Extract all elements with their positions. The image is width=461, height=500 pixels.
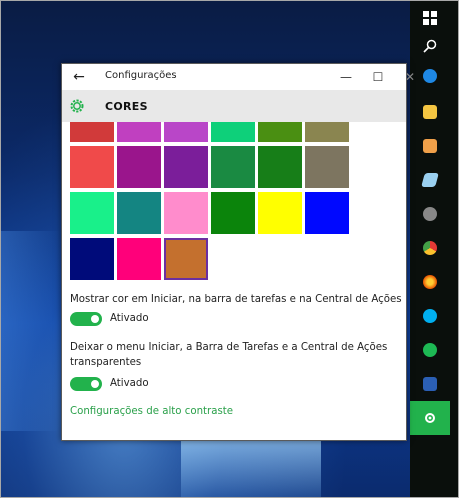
wallpaper-light [181,431,321,497]
maximize-button[interactable]: ☐ [368,67,388,87]
windows-icon [423,11,437,25]
color-swatch[interactable] [258,122,302,142]
color-swatch[interactable] [70,146,114,188]
settings-icon [425,413,435,423]
transparency-label-line1: Deixar o menu Iniciar, a Barra de Tarefa… [70,342,388,353]
edge-icon [423,69,437,83]
back-arrow-icon: ← [73,69,85,85]
taskbar-media[interactable] [410,129,450,163]
maximize-icon: ☐ [372,70,384,84]
color-swatch[interactable] [70,192,114,234]
taskbar-spotify[interactable] [410,333,450,367]
color-swatch[interactable] [305,122,349,142]
gear-icon [70,99,84,113]
firefox-icon [423,275,437,289]
taskbar-app[interactable] [410,163,450,197]
spotify-icon [423,343,437,357]
taskbar-chrome[interactable] [410,231,450,265]
desktop: ← Configurações — ☐ ✕ CORES Mostrar cor … [0,0,459,498]
show-color-toggle[interactable] [70,312,102,326]
transparency-toggle-state: Ativado [110,378,149,389]
chrome-icon [423,241,437,255]
color-swatch[interactable] [211,146,255,188]
taskbar-skype[interactable] [410,299,450,333]
title-bar: ← Configurações — ☐ ✕ [62,64,415,90]
show-color-label: Mostrar cor em Iniciar, na barra de tare… [70,294,402,305]
show-color-toggle-state: Ativado [110,313,149,324]
skype-icon [423,309,437,323]
color-swatch[interactable] [258,146,302,188]
window-title: Configurações [105,70,177,81]
taskbar-file-explorer[interactable] [410,95,450,129]
minimize-icon: — [340,70,352,84]
close-button[interactable]: ✕ [400,67,420,87]
back-button[interactable]: ← [70,68,88,86]
settings-window: ← Configurações — ☐ ✕ CORES Mostrar cor … [61,63,415,441]
color-swatch-selected[interactable] [164,238,208,280]
search-button[interactable] [410,29,450,63]
high-contrast-link[interactable]: Configurações de alto contraste [70,406,233,417]
app-icon [421,173,439,187]
color-swatch[interactable] [70,122,114,142]
transparency-label-line2: transparentes [70,357,142,368]
wallpaper-light-left [1,231,61,431]
taskbar-settings-app[interactable] [410,197,450,231]
color-swatch[interactable] [305,146,349,188]
color-swatch[interactable] [117,122,161,142]
media-icon [423,139,437,153]
toggle-knob [91,380,99,388]
word-icon [423,377,437,391]
color-swatch[interactable] [305,192,349,234]
page-header: CORES [62,90,406,122]
transparency-toggle[interactable] [70,377,102,391]
color-swatch[interactable] [117,192,161,234]
taskbar-settings-active[interactable] [410,401,450,435]
color-swatch[interactable] [164,146,208,188]
taskbar-word[interactable] [410,367,450,401]
color-swatch[interactable] [211,192,255,234]
color-swatch[interactable] [164,192,208,234]
search-icon [423,39,437,53]
settings-icon [423,207,437,221]
color-swatch[interactable] [164,122,208,142]
page-title: CORES [105,100,148,113]
minimize-button[interactable]: — [336,67,356,87]
color-swatch[interactable] [258,192,302,234]
file-explorer-icon [423,105,437,119]
color-swatch[interactable] [211,122,255,142]
toggle-knob [91,315,99,323]
color-swatch[interactable] [117,146,161,188]
close-icon: ✕ [404,70,416,84]
color-swatch[interactable] [117,238,161,280]
color-swatch[interactable] [70,238,114,280]
taskbar-firefox[interactable] [410,265,450,299]
